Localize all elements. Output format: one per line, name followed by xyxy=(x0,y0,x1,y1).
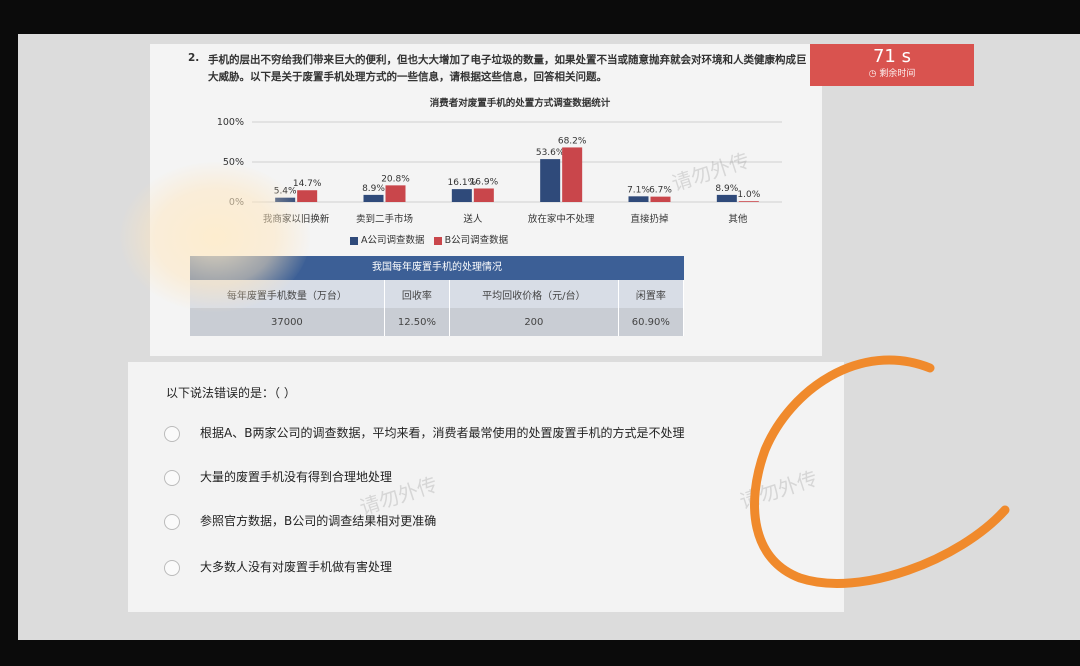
orange-scribble xyxy=(750,355,1010,588)
